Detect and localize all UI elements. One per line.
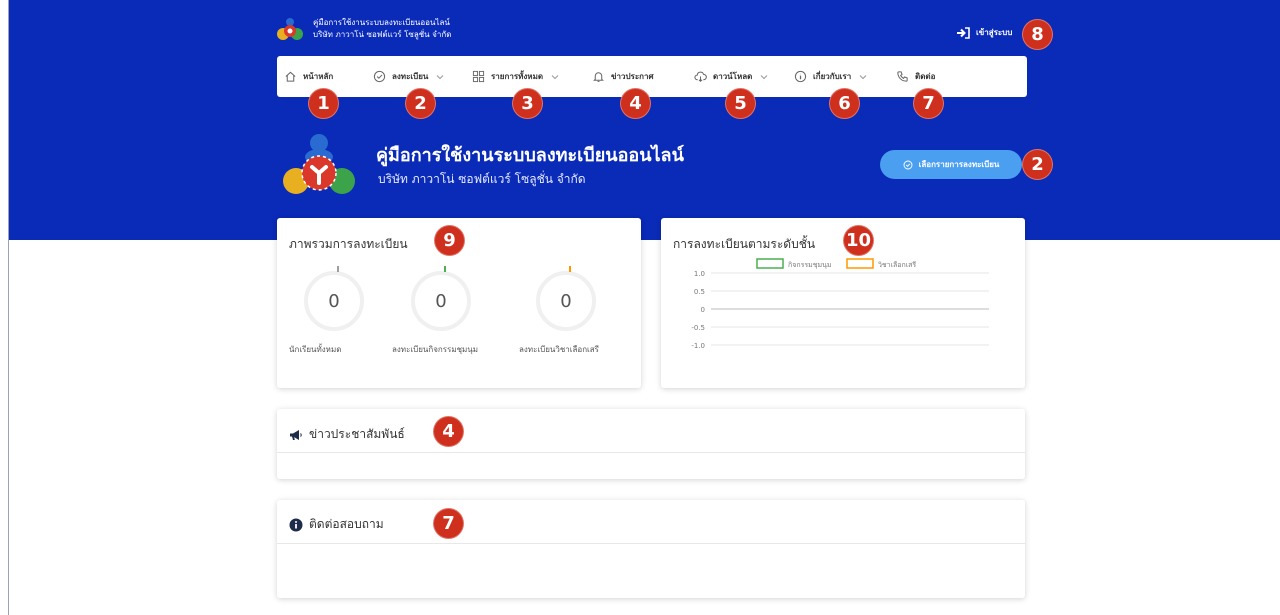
annotation-badge: 3	[512, 88, 543, 119]
annotation-badge: 2	[405, 88, 436, 119]
megaphone-icon	[290, 429, 302, 440]
brand[interactable]: คู่มือการใช้งานระบบลงทะเบียนออนไลน์ บริษ…	[277, 16, 451, 42]
stat-tick	[337, 266, 339, 272]
select-registration-button[interactable]: เลือกรายการลงทะเบียน	[880, 150, 1022, 179]
contact-card: ติดต่อสอบถาม	[277, 500, 1025, 598]
nav-item-register[interactable]: ลงทะเบียน	[373, 70, 444, 83]
nav-label: รายการทั้งหมด	[491, 72, 544, 81]
chevron-down-icon	[551, 74, 559, 79]
legend-swatch[interactable]	[846, 258, 874, 269]
legend-label: กิจกรรมชุมนุม	[788, 261, 831, 269]
brand-line1: คู่มือการใช้งานระบบลงทะเบียนออนไลน์	[313, 18, 450, 27]
legend-label: วิชาเลือกเสรี	[878, 261, 916, 269]
home-icon	[285, 71, 296, 82]
hero-subtitle: บริษัท ภาวาโน่ ซอฟต์แวร์ โซลูชั่น จำกัด	[378, 172, 586, 186]
stat-total-students: 0	[304, 266, 364, 331]
contact-divider	[277, 543, 1025, 544]
annotation-badge: 10	[843, 225, 874, 256]
stat-label: ลงทะเบียนวิชาเลือกเสรี	[519, 345, 599, 354]
brand-line2: บริษัท ภาวาโน่ ซอฟต์แวร์ โซลูชั่น จำกัด	[313, 30, 452, 39]
bell-icon	[593, 72, 604, 82]
info-circle-icon	[289, 518, 303, 531]
annotation-badge: 9	[434, 225, 465, 256]
chevron-down-icon	[859, 74, 867, 79]
news-divider	[277, 452, 1025, 453]
contact-header: ติดต่อสอบถาม	[289, 515, 384, 534]
news-title: ข่าวประชาสัมพันธ์	[309, 427, 405, 441]
brand-text: คู่มือการใช้งานระบบลงทะเบียนออนไลน์ บริษ…	[313, 17, 451, 41]
stat-ring: 0	[536, 266, 596, 331]
chevron-down-icon	[437, 74, 444, 79]
annotation-badge: 1	[308, 88, 339, 119]
y-tick-label: -1.0	[691, 342, 705, 350]
login-label: เข้าสู่ระบบ	[976, 28, 1013, 37]
hero-banner	[9, 0, 1280, 240]
phone-icon	[897, 71, 908, 82]
hero-title: คู่มือการใช้งานระบบลงทะเบียนออนไลน์	[376, 145, 684, 166]
nav-item-about[interactable]: เกี่ยวกับเรา	[794, 70, 867, 83]
login-icon	[957, 26, 970, 39]
stat-ring: 0	[411, 266, 471, 331]
news-header: ข่าวประชาสัมพันธ์	[289, 425, 405, 444]
nav-item-download[interactable]: ดาวน์โหลด	[694, 70, 768, 83]
stat-value: 0	[560, 290, 572, 312]
news-card: ข่าวประชาสัมพันธ์	[277, 409, 1025, 479]
nav-item-home[interactable]: หน้าหลัก	[284, 70, 333, 83]
login-link[interactable]: เข้าสู่ระบบ	[956, 26, 1012, 39]
annotation-badge: 5	[725, 88, 756, 119]
nav-label: ติดต่อ	[915, 72, 936, 81]
stat-value: 0	[328, 290, 340, 312]
stat-label: นักเรียนทั้งหมด	[289, 345, 342, 354]
annotation-badge: 4	[620, 88, 651, 119]
y-tick-label: 0.5	[694, 288, 705, 296]
nav-label: หน้าหลัก	[303, 72, 334, 81]
grid-icon	[472, 70, 485, 83]
nav-label: ลงทะเบียน	[392, 72, 429, 81]
nav-item-contact[interactable]: ติดต่อ	[896, 70, 935, 83]
y-tick-label: 0	[701, 306, 705, 314]
check-circle-icon	[373, 70, 386, 83]
cloud-download-icon	[694, 71, 707, 83]
annotation-badge: 4	[433, 416, 464, 447]
y-tick-label: 1.0	[694, 270, 705, 278]
hero-logo-icon	[283, 134, 355, 194]
stat-elective-registrations: 0	[536, 266, 596, 331]
stat-tick	[569, 266, 571, 272]
annotation-badge: 6	[829, 88, 860, 119]
annotation-badge: 2	[1022, 149, 1053, 180]
nav-label: ข่าวประกาศ	[611, 72, 654, 81]
chevron-down-icon	[760, 74, 768, 79]
overview-title: ภาพรวมการลงทะเบียน	[289, 237, 408, 251]
info-icon	[794, 70, 807, 83]
annotation-badge: 8	[1022, 19, 1053, 50]
stat-value: 0	[435, 290, 447, 312]
y-tick-label: -0.5	[691, 324, 705, 332]
nav-item-news[interactable]: ข่าวประกาศ	[592, 70, 654, 83]
nav-item-all-lists[interactable]: รายการทั้งหมด	[472, 70, 559, 83]
nav-label: เกี่ยวกับเรา	[813, 72, 852, 81]
stat-ring: 0	[304, 266, 364, 331]
brand-logo-icon	[277, 18, 303, 40]
stat-label: ลงทะเบียนกิจกรรมชุมนุม	[392, 345, 479, 354]
nav-label: ดาวน์โหลด	[713, 72, 753, 81]
legend-swatch[interactable]	[756, 258, 784, 269]
stat-activity-registrations: 0	[411, 266, 471, 331]
check-circle-icon	[903, 160, 913, 169]
annotation-badge: 7	[433, 508, 464, 539]
stat-tick	[444, 266, 446, 272]
select-registration-label: เลือกรายการลงทะเบียน	[918, 160, 1000, 169]
contact-title: ติดต่อสอบถาม	[309, 517, 384, 531]
annotation-badge: 7	[913, 88, 944, 119]
